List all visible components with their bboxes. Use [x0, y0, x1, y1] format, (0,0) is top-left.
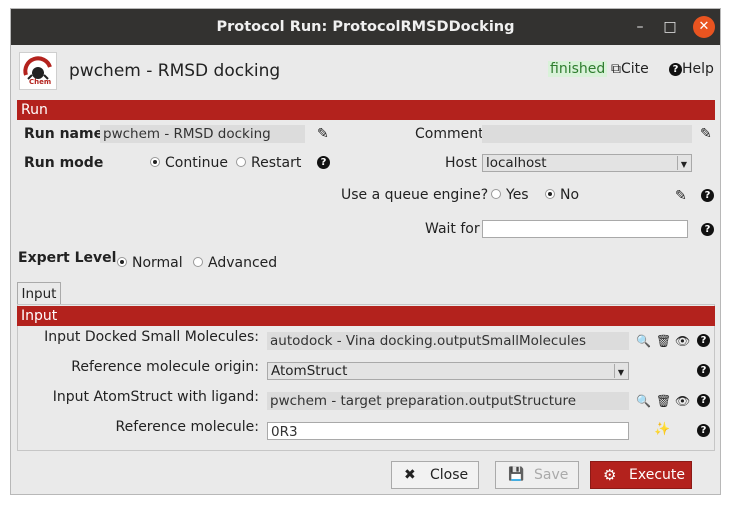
protocol-title: pwchem - RMSD docking [69, 61, 281, 81]
docked-molecules-label: Input Docked Small Molecules: [44, 329, 259, 345]
run-mode-restart-label: Restart [251, 155, 302, 171]
queue-engine-label: Use a queue engine? [341, 187, 489, 203]
eye-icon[interactable]: 👁 [675, 333, 690, 349]
expert-level-label: Expert Level [18, 250, 117, 266]
question-circle-icon: ? [669, 63, 682, 76]
chevron-down-icon: ▼ [614, 364, 627, 378]
queue-no-label: No [560, 187, 580, 203]
gears-icon: ⚙ [603, 466, 617, 484]
ref-origin-label: Reference molecule origin: [71, 359, 259, 375]
ref-origin-select[interactable]: AtomStruct ▼ [267, 362, 629, 380]
ref-molecule-help-icon[interactable]: ? [697, 424, 710, 437]
ref-origin-help-icon[interactable]: ? [697, 364, 710, 377]
maximize-button[interactable]: □ [659, 16, 681, 38]
wait-for-label: Wait for [425, 221, 480, 237]
atomstruct-help-icon[interactable]: ? [697, 394, 710, 407]
atomstruct-input[interactable]: pwchem - target preparation.outputStruct… [267, 392, 629, 410]
input-section-header: Input [17, 306, 715, 326]
run-mode-label: Run mode [24, 155, 104, 171]
logo-text: Chem [29, 78, 52, 86]
help-label: Help [682, 61, 714, 77]
expert-normal-label: Normal [132, 255, 183, 271]
window-title: Protocol Run: ProtocolRMSDDocking [216, 19, 515, 35]
expert-advanced-radio[interactable]: Advanced [193, 255, 277, 271]
expert-normal-radio[interactable]: Normal [117, 255, 183, 271]
edit-comment-pencil-icon[interactable]: ✎ [700, 126, 712, 142]
close-button[interactable]: ✖ Close [391, 461, 479, 489]
host-select[interactable]: localhost ▼ [482, 154, 692, 172]
external-link-icon: ⧉ [611, 61, 621, 77]
queue-no-radio[interactable]: No [545, 187, 579, 203]
magic-wand-icon[interactable]: ✨ [654, 422, 670, 438]
wait-for-input[interactable] [482, 220, 688, 238]
wait-for-help-icon[interactable]: ? [701, 223, 714, 236]
host-label: Host [445, 155, 477, 171]
help-link[interactable]: ? Help [669, 61, 714, 77]
execute-button[interactable]: ⚙ Execute [590, 461, 692, 489]
radio-unchecked-icon [491, 189, 501, 199]
queue-yes-radio[interactable]: Yes [491, 187, 529, 203]
queue-yes-label: Yes [506, 187, 529, 203]
run-name-label: Run name [24, 126, 104, 142]
trash-icon[interactable]: 🗑 [656, 393, 671, 409]
save-button-label: Save [534, 467, 569, 483]
window-close-button[interactable]: ✕ [693, 16, 715, 38]
ref-molecule-label: Reference molecule: [115, 419, 259, 435]
search-icon[interactable]: 🔍 [636, 393, 651, 409]
comment-label: Comment [415, 126, 484, 142]
protocol-window: Protocol Run: ProtocolRMSDDocking – □ ✕ … [10, 8, 721, 495]
cite-label: Cite [621, 61, 649, 77]
radio-unchecked-icon [193, 257, 203, 267]
run-mode-help-icon[interactable]: ? [317, 156, 330, 169]
ref-molecule-input[interactable]: 0R3 [267, 422, 629, 440]
comment-input[interactable] [482, 125, 692, 143]
run-mode-restart-radio[interactable]: Restart [236, 155, 301, 171]
minimize-button[interactable]: – [629, 16, 651, 38]
search-icon[interactable]: 🔍 [636, 333, 651, 349]
tab-input[interactable]: Input [17, 282, 61, 305]
run-section-header: Run [17, 100, 715, 120]
eye-icon[interactable]: 👁 [675, 393, 690, 409]
expert-advanced-label: Advanced [208, 255, 278, 271]
radio-checked-icon [150, 157, 160, 167]
radio-checked-icon [545, 189, 555, 199]
execute-button-label: Execute [629, 467, 685, 483]
host-value: localhost [486, 155, 547, 171]
run-mode-continue-radio[interactable]: Continue [150, 155, 228, 171]
run-name-input[interactable]: pwchem - RMSD docking [100, 125, 305, 143]
scipion-chem-logo: Chem [19, 52, 57, 90]
title-bar: Protocol Run: ProtocolRMSDDocking – □ ✕ [11, 9, 720, 45]
run-mode-continue-label: Continue [165, 155, 228, 171]
close-x-icon: ✖ [404, 467, 416, 483]
save-button[interactable]: 💾 Save [495, 461, 579, 489]
ref-origin-value: AtomStruct [271, 363, 348, 379]
edit-pencil-icon[interactable]: ✎ [317, 126, 329, 142]
docked-molecules-input[interactable]: autodock - Vina docking.outputSmallMolec… [267, 332, 629, 350]
queue-help-icon[interactable]: ? [701, 189, 714, 202]
chevron-down-icon: ▼ [677, 156, 690, 170]
atomstruct-label: Input AtomStruct with ligand: [52, 389, 259, 405]
cite-link[interactable]: ⧉Cite [611, 61, 649, 77]
save-disk-icon: 💾 [508, 467, 525, 482]
radio-checked-icon [117, 257, 127, 267]
status-badge: finished [548, 61, 608, 77]
docked-help-icon[interactable]: ? [697, 334, 710, 347]
close-button-label: Close [430, 467, 469, 483]
queue-edit-pencil-icon[interactable]: ✎ [675, 188, 687, 204]
radio-unchecked-icon [236, 157, 246, 167]
trash-icon[interactable]: 🗑 [656, 333, 671, 349]
